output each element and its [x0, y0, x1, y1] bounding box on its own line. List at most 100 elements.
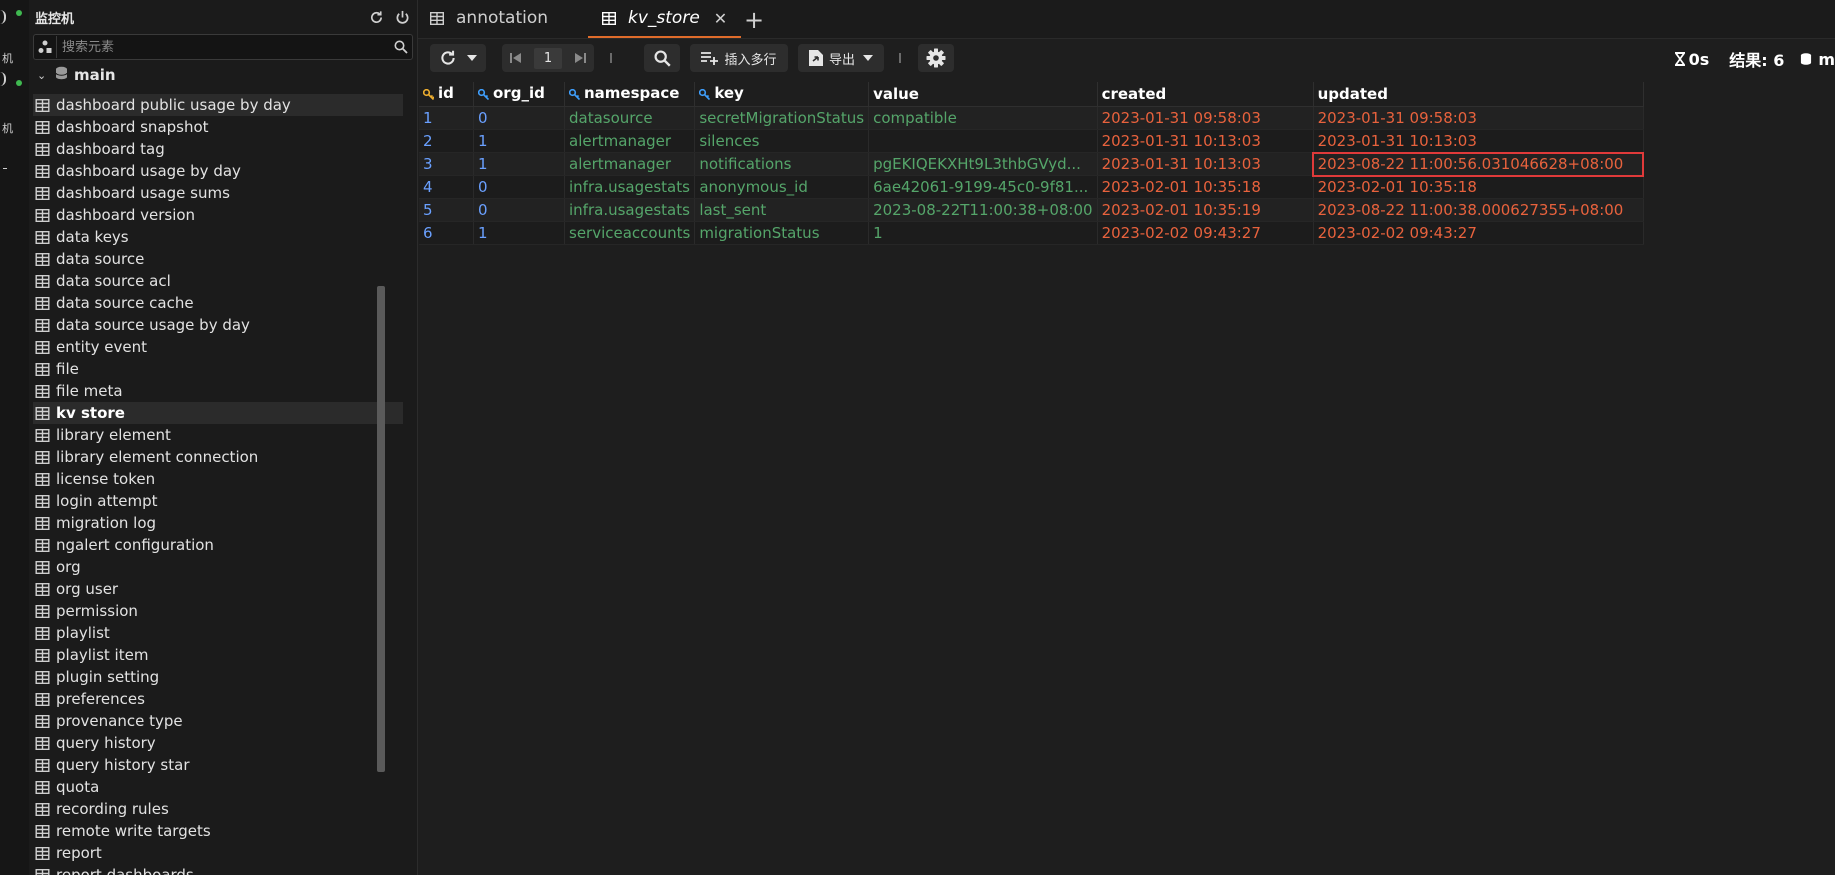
column-header-updated[interactable]: updated	[1313, 82, 1644, 107]
table-tree-item[interactable]: playlist	[33, 622, 403, 644]
table-tree-item[interactable]: file	[33, 358, 403, 380]
column-header-created[interactable]: created	[1097, 82, 1314, 107]
cell-created[interactable]: 2023-02-02 09:43:27	[1097, 221, 1314, 245]
cell-namespace[interactable]: datasource	[564, 106, 696, 130]
table-tree-item[interactable]: report	[33, 842, 403, 864]
table-tree-item[interactable]: entity event	[33, 336, 403, 358]
settings-button[interactable]	[918, 44, 954, 72]
cell-created[interactable]: 2023-01-31 10:13:03	[1097, 152, 1314, 176]
add-tab-icon[interactable]: +	[744, 6, 764, 34]
table-tree-item[interactable]: kv store	[33, 402, 403, 424]
table-tree-item[interactable]: dashboard public usage by day	[33, 94, 403, 116]
table-tree-item[interactable]: data source	[33, 248, 403, 270]
sidebar-scrollbar[interactable]	[377, 286, 385, 772]
tab-kv-store[interactable]: kv_store ✕	[588, 0, 742, 38]
cell-key[interactable]: notifications	[694, 152, 870, 176]
cell-updated[interactable]: 2023-01-31 09:58:03	[1313, 106, 1644, 130]
cell-updated[interactable]: 2023-02-02 09:43:27	[1313, 221, 1644, 245]
table-tree-item[interactable]: license token	[33, 468, 403, 490]
table-tree-item[interactable]: query history	[33, 732, 403, 754]
cell-updated[interactable]: 2023-02-01 10:35:18	[1313, 175, 1644, 199]
cell-value[interactable]	[868, 129, 1098, 153]
cell-value[interactable]: 2023-08-22T11:00:38+08:00	[868, 198, 1098, 222]
cell-updated[interactable]: 2023-08-22 11:00:56.031046628+08:00	[1312, 151, 1645, 177]
table-tree-item[interactable]: permission	[33, 600, 403, 622]
cell-namespace[interactable]: alertmanager	[564, 129, 696, 153]
table-tree-item[interactable]: quota	[33, 776, 403, 798]
column-header-namespace[interactable]: namespace	[564, 82, 696, 107]
cell-id[interactable]: 1	[419, 106, 474, 130]
table-row[interactable]: 6 1 serviceaccounts migrationStatus 1 2023-02…	[419, 221, 1644, 245]
cell-updated[interactable]: 2023-08-22 11:00:38.000627355+08:00	[1313, 198, 1644, 222]
table-tree-item[interactable]: data keys	[33, 226, 403, 248]
cell-namespace[interactable]: infra.usagestats	[564, 175, 696, 199]
table-tree-item[interactable]: preferences	[33, 688, 403, 710]
cell-org-id[interactable]: 0	[473, 175, 565, 199]
insert-rows-button[interactable]: 插入多行	[690, 44, 788, 72]
cell-value[interactable]: 6ae42061-9199-45c0-9f81...	[868, 175, 1098, 199]
table-tree-item[interactable]: dashboard tag	[33, 138, 403, 160]
cell-created[interactable]: 2023-01-31 10:13:03	[1097, 129, 1314, 153]
column-header-id[interactable]: id	[419, 82, 474, 107]
cell-id[interactable]: 3	[419, 152, 474, 176]
refresh-button[interactable]	[430, 44, 486, 72]
cell-org-id[interactable]: 1	[473, 152, 565, 176]
cell-created[interactable]: 2023-02-01 10:35:18	[1097, 175, 1314, 199]
table-tree-item[interactable]: library element connection	[33, 446, 403, 468]
cell-updated[interactable]: 2023-01-31 10:13:03	[1313, 129, 1644, 153]
cell-id[interactable]: 6	[419, 221, 474, 245]
filter-icon[interactable]	[34, 36, 57, 58]
refresh-icon[interactable]	[367, 8, 385, 26]
search-icon[interactable]	[390, 40, 412, 54]
connection-label[interactable]: 机	[2, 120, 13, 136]
table-tree-item[interactable]: playlist item	[33, 644, 403, 666]
table-row[interactable]: 1 0 datasource secretMigrationStatus compati…	[419, 106, 1644, 130]
first-page-icon[interactable]	[510, 52, 522, 64]
cell-created[interactable]: 2023-01-31 09:58:03	[1097, 106, 1314, 130]
tab-annotation[interactable]: annotation	[430, 0, 548, 36]
cell-value[interactable]: pgEKIQEKXHt9L3thbGVyd...	[868, 152, 1098, 176]
cell-org-id[interactable]: 0	[473, 106, 565, 130]
table-tree-item[interactable]: file meta	[33, 380, 403, 402]
table-tree-item[interactable]: dashboard version	[33, 204, 403, 226]
cell-id[interactable]: 5	[419, 198, 474, 222]
table-tree-item[interactable]: dashboard usage by day	[33, 160, 403, 182]
search-input[interactable]	[57, 38, 390, 56]
table-tree-item[interactable]: plugin setting	[33, 666, 403, 688]
table-tree-item[interactable]: remote write targets	[33, 820, 403, 842]
table-tree-item[interactable]: ngalert configuration	[33, 534, 403, 556]
cell-key[interactable]: migrationStatus	[694, 221, 870, 245]
table-tree-item[interactable]: recording rules	[33, 798, 403, 820]
chevron-down-icon[interactable]: ⌄	[37, 69, 51, 82]
cell-org-id[interactable]: 1	[473, 221, 565, 245]
search-button[interactable]	[644, 44, 680, 72]
table-tree-item[interactable]: login attempt	[33, 490, 403, 512]
table-tree-item[interactable]: migration log	[33, 512, 403, 534]
table-tree-item[interactable]: data source acl	[33, 270, 403, 292]
table-row[interactable]: 3 1 alertmanager notifications pgEKIQEKXHt9L…	[419, 151, 1645, 177]
table-tree-item[interactable]: provenance type	[33, 710, 403, 732]
cell-org-id[interactable]: 0	[473, 198, 565, 222]
table-tree-item[interactable]: data source usage by day	[33, 314, 403, 336]
cell-namespace[interactable]: serviceaccounts	[564, 221, 696, 245]
table-row[interactable]: 4 0 infra.usagestats anonymous_id 6ae42061-9…	[419, 175, 1644, 199]
connection-marker[interactable]	[0, 72, 6, 86]
table-tree-item[interactable]: dashboard usage sums	[33, 182, 403, 204]
database-node[interactable]: ⌄ main	[29, 62, 417, 88]
cell-key[interactable]: last_sent	[694, 198, 870, 222]
cell-value[interactable]: 1	[868, 221, 1098, 245]
cell-key[interactable]: anonymous_id	[694, 175, 870, 199]
cell-namespace[interactable]: infra.usagestats	[564, 198, 696, 222]
table-tree-item[interactable]: data source cache	[33, 292, 403, 314]
column-header-org-id[interactable]: org_id	[473, 82, 565, 107]
cell-org-id[interactable]: 1	[473, 129, 565, 153]
table-row[interactable]: 5 0 infra.usagestats last_sent 2023-08-22T11…	[419, 198, 1644, 222]
connection-label[interactable]: 机	[2, 50, 13, 66]
cell-value[interactable]: compatible	[868, 106, 1098, 130]
cell-namespace[interactable]: alertmanager	[564, 152, 696, 176]
cell-key[interactable]: silences	[694, 129, 870, 153]
export-button[interactable]: 导出	[798, 44, 884, 72]
table-tree-item[interactable]: report dashboards	[33, 864, 403, 875]
power-icon[interactable]	[393, 8, 411, 26]
table-tree-item[interactable]: library element	[33, 424, 403, 446]
